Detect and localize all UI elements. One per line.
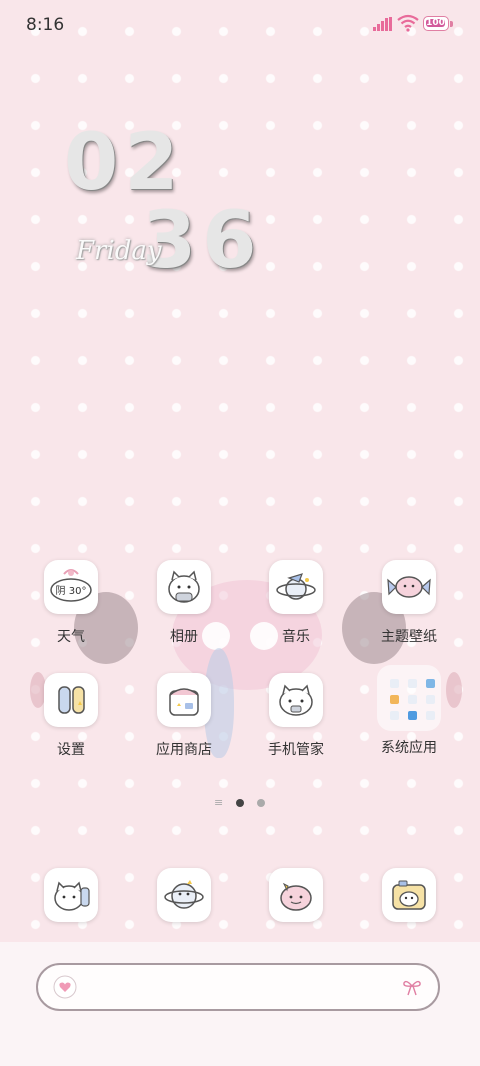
app-label: 音乐 [282,629,310,645]
camera-cat-icon [382,868,436,922]
app-label: 手机管家 [268,742,324,758]
bow-icon[interactable] [400,975,424,999]
heart-badge-icon[interactable] [52,974,78,1000]
app-label: 相册 [170,629,198,645]
app-label: 天气 [57,629,85,645]
dock-phone[interactable] [21,868,121,922]
page-indicator[interactable]: ≡ [210,796,270,810]
search-bar[interactable] [36,963,440,1011]
page-dot [257,799,265,807]
status-time: 8:16 [26,15,65,35]
weather-text: 阴 30° [56,585,87,597]
app-label: 应用商店 [156,742,212,758]
clock-widget[interactable]: 02 36 Friday [60,118,280,288]
battery-icon: 100 [423,16,453,33]
app-music[interactable]: 音乐 [246,560,346,646]
dock-browser[interactable] [246,868,346,922]
dock-camera[interactable] [359,868,459,922]
settings-popsicle-icon [44,673,98,727]
theme-candy-icon [382,560,436,614]
phone-manager-cat-icon [269,673,323,727]
battery-level: 100 [426,18,445,28]
music-planet-icon [269,560,323,614]
browser-cat-icon [269,868,323,922]
app-store-bag-icon [157,673,211,727]
phone-cat-icon [44,868,98,922]
app-settings[interactable]: 设置 [21,673,121,759]
messages-planet-icon [157,868,211,922]
status-bar: 8:16 100 [0,0,480,50]
gallery-cat-icon [157,560,211,614]
app-store[interactable]: 应用商店 [134,673,234,759]
app-label: 系统应用 [381,740,437,756]
wifi-icon [397,14,419,32]
app-label: 设置 [57,742,85,758]
app-label: 主题壁纸 [381,629,437,645]
clock-hours: 02 [64,118,185,208]
clock-day: Friday [76,236,162,266]
signal-icon [373,17,392,31]
app-gallery[interactable]: 相册 [134,560,234,646]
app-weather[interactable]: 阴 30° 天气 [21,560,121,646]
dock-messages[interactable] [134,868,234,922]
system-apps-folder-icon [377,665,441,731]
minus-one-screen-icon: ≡ [214,796,224,809]
page-dot-active [236,799,244,807]
search-input[interactable] [96,975,400,1001]
app-phone-manager[interactable]: 手机管家 [246,673,346,759]
weather-cloud-icon: 阴 30° [44,560,98,614]
app-theme[interactable]: 主题壁纸 [359,560,459,646]
app-system-apps-folder[interactable]: 系统应用 [359,665,459,757]
